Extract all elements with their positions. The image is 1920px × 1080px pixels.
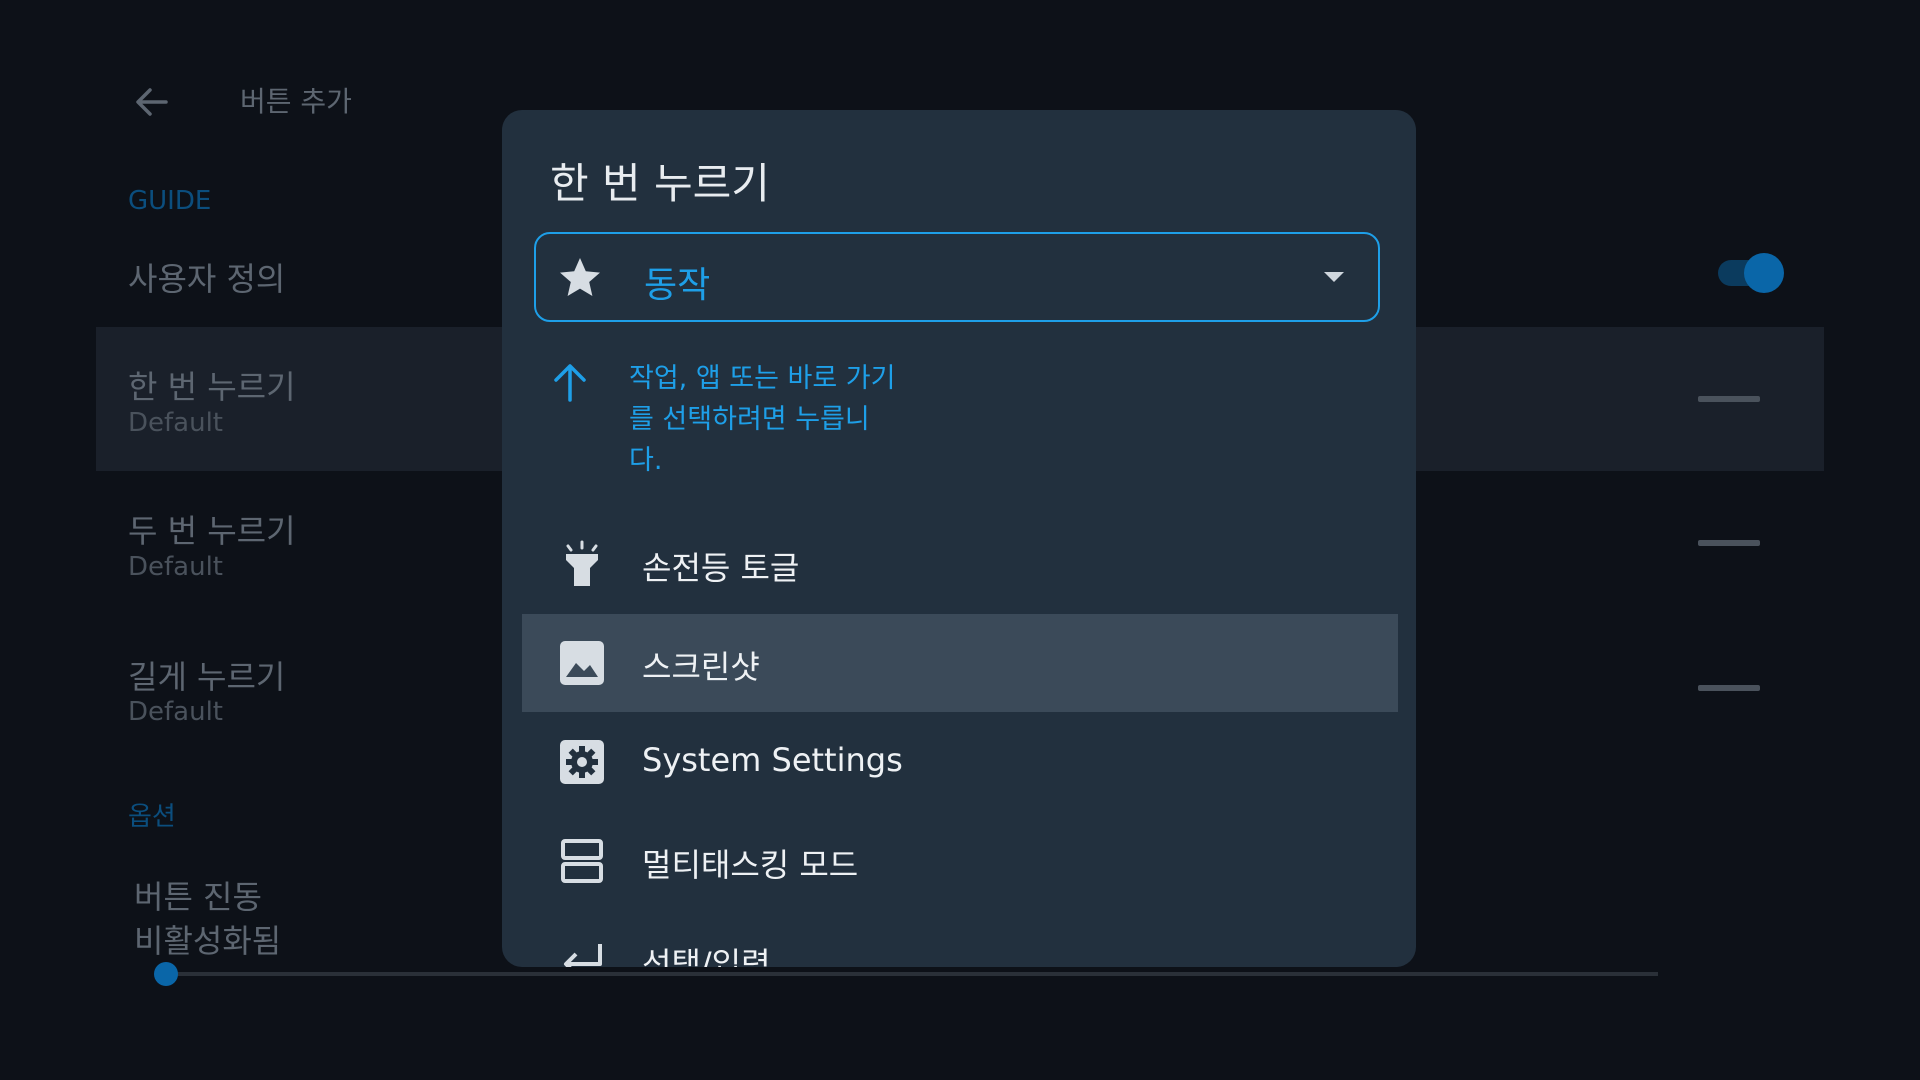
long-press-subtitle: Default [128,697,223,727]
long-press-title[interactable]: 길게 누르기 [128,652,285,698]
vibration-slider-thumb[interactable] [154,962,178,986]
option-label: 선택/입력 [642,945,771,967]
option-screenshot[interactable]: 스크린샷 [522,614,1398,712]
option-label: System Settings [642,741,903,779]
arrow-left-icon[interactable] [130,80,174,124]
vibration-subtitle: 비활성화됨 [134,922,282,960]
long-press-dash [1698,685,1760,691]
star-icon [560,258,600,296]
arrow-up-icon [554,364,586,402]
section-guide-label: GUIDE [128,186,212,216]
custom-setting-title[interactable]: 사용자 정의 [128,254,285,300]
action-picker-dialog: 한 번 누르기 동작 작업, 앱 또는 바로 가기를 선택하려면 누릅니다. 손… [502,110,1416,967]
split-screen-icon [561,839,603,883]
option-system-settings[interactable]: System Settings [522,713,1398,811]
page-title: 버튼 추가 [240,85,352,118]
option-multitasking-mode[interactable]: 멀티태스킹 모드 [522,812,1398,910]
image-icon [560,641,604,685]
gear-icon [560,740,604,784]
dropdown-hint: 작업, 앱 또는 바로 가기를 선택하려면 누릅니다. [629,363,896,476]
vibration-title: 버튼 진동 [134,878,262,916]
enter-icon [564,944,602,967]
single-press-title: 한 번 누르기 [128,368,296,406]
option-select-enter[interactable]: 선택/입력 [522,911,1398,967]
double-press-dash [1698,540,1760,546]
vibration-slider-track[interactable] [166,972,1658,976]
chevron-down-icon [1324,272,1344,282]
flashlight-icon [566,540,598,586]
action-type-dropdown[interactable]: 동작 [534,232,1380,322]
option-label: 손전등 토글 [642,549,800,587]
single-press-subtitle: Default [128,408,223,438]
custom-toggle-thumb[interactable] [1744,253,1784,293]
option-label: 멀티태스킹 모드 [642,846,859,884]
single-press-dash [1698,396,1760,402]
dropdown-value: 동작 [644,265,711,306]
double-press-subtitle: Default [128,552,223,582]
option-label: 스크린샷 [642,648,760,686]
option-flashlight-toggle[interactable]: 손전등 토글 [522,515,1398,613]
double-press-title[interactable]: 두 번 누르기 [128,506,296,552]
dialog-title: 한 번 누르기 [550,159,770,208]
section-options-label: 옵션 [128,802,176,832]
